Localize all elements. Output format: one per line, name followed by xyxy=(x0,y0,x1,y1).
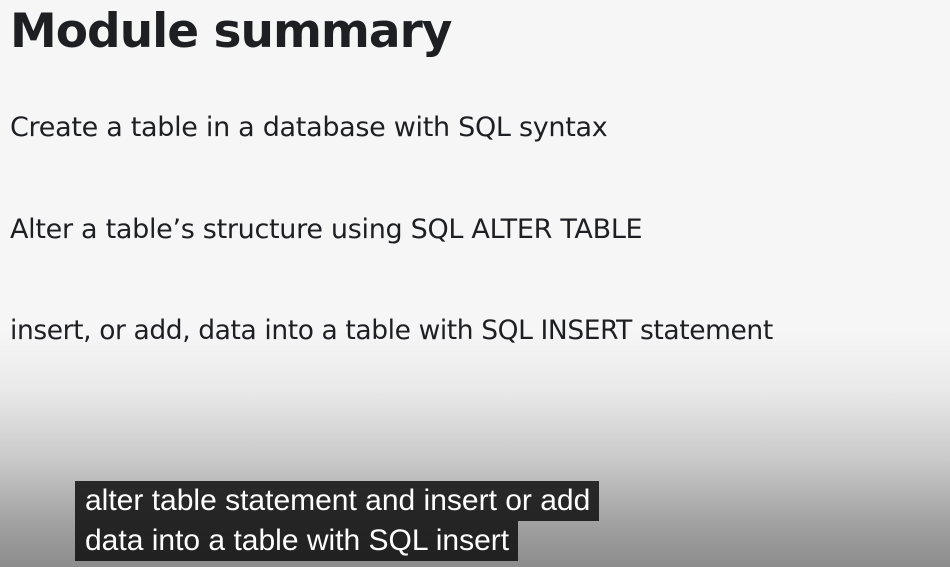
summary-point-alter-table: Alter a table’s structure using SQL ALTE… xyxy=(10,214,643,245)
video-captions: alter table statement and insert or add … xyxy=(75,481,600,561)
caption-line: alter table statement and insert or add xyxy=(75,481,600,521)
slide-title: Module summary xyxy=(10,4,452,59)
caption-line: data into a table with SQL insert xyxy=(75,521,519,561)
summary-point-insert-data: insert, or add, data into a table with S… xyxy=(10,315,773,346)
summary-point-create-table: Create a table in a database with SQL sy… xyxy=(10,112,608,143)
